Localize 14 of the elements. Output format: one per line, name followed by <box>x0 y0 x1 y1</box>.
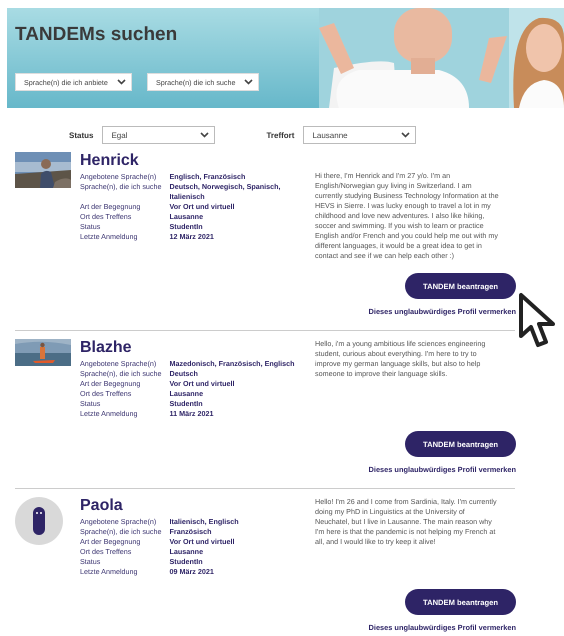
profile-name: Blazhe <box>80 339 133 357</box>
chevron-down-icon <box>117 79 126 85</box>
chevron-down-icon <box>244 79 253 85</box>
filter-label: Treffort <box>266 130 294 140</box>
page-title: TANDEMs suchen <box>14 23 178 46</box>
default-avatar-icon <box>15 497 63 545</box>
profile-name: Paola <box>80 497 124 515</box>
profile-name: Henrick <box>80 152 140 170</box>
chevron-down-icon <box>401 132 410 138</box>
filter-label: Status <box>69 130 94 140</box>
filter-dropdown[interactable]: Egal <box>102 126 216 144</box>
filter-dropdown[interactable]: Lausanne <box>303 126 416 144</box>
pointer-cursor-icon <box>518 292 558 350</box>
chevron-down-icon <box>200 132 210 138</box>
